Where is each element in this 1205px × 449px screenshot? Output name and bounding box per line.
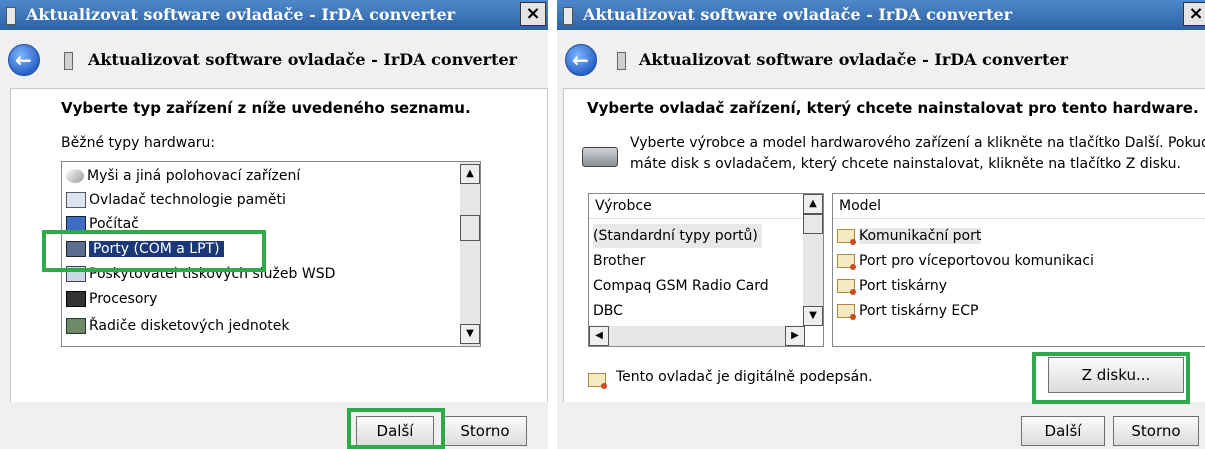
list-item[interactable]: Řadiče disketových jednotek (66, 314, 290, 338)
close-button[interactable]: × (520, 2, 546, 26)
certificate-icon (837, 304, 856, 320)
model-list[interactable]: Model Komunikační port Port pro víceport… (832, 193, 1205, 347)
model-column-header[interactable]: Model (833, 194, 1205, 219)
list-item[interactable]: Compaq GSM Radio Card (593, 274, 769, 298)
button-bar: Další Storno (0, 402, 548, 449)
manufacturer-column-header[interactable]: Výrobce (589, 194, 803, 219)
scroll-down-arrow-icon[interactable]: ▼ (460, 324, 480, 344)
list-item[interactable]: Porty (COM a LPT) (66, 237, 224, 261)
description-area (29, 359, 509, 389)
scroll-up-arrow-icon[interactable]: ▲ (460, 164, 480, 184)
scroll-down-arrow-icon[interactable]: ▼ (803, 306, 823, 326)
certificate-icon (837, 254, 856, 270)
list-item[interactable]: Ovladač technologie paměti (66, 188, 286, 212)
close-button[interactable]: × (1183, 2, 1205, 26)
hardware-types-label: Běžné typy hardwaru: (61, 135, 216, 151)
page-heading: Vyberte typ zařízení z níže uvedeného se… (61, 99, 471, 117)
computer-icon (66, 216, 86, 232)
list-item[interactable]: (Standardní typy portů) (593, 224, 762, 248)
processor-icon (66, 291, 86, 307)
page-heading: Vyberte ovladač zařízení, který chcete n… (587, 99, 1199, 117)
cancel-button[interactable]: Storno (443, 416, 527, 446)
signed-driver-text: Tento ovladač je digitálně podepsán. (616, 369, 873, 385)
memory-icon (66, 192, 86, 208)
certificate-icon (837, 229, 856, 245)
list-item[interactable]: Poskytovatel tiskových služeb WSD (66, 262, 335, 286)
device-type-dialog: Aktualizovat software ovladače - IrDA co… (0, 0, 548, 449)
scroll-up-arrow-icon[interactable]: ▲ (803, 194, 823, 214)
have-disk-button[interactable]: Z disku... (1048, 357, 1184, 393)
list-item[interactable]: Brother (593, 249, 645, 273)
content-panel: Vyberte typ zařízení z níže uvedeného se… (10, 88, 548, 404)
instruction-line-1: Vyberte výrobce a model hardwarového zař… (630, 135, 1205, 151)
scroll-thumb[interactable] (460, 215, 480, 241)
scroll-left-arrow-icon[interactable]: ◀ (589, 326, 609, 346)
hardware-card-icon (582, 147, 618, 167)
manufacturer-hscrollbar[interactable]: ◀ ▶ (589, 326, 805, 346)
cancel-button[interactable]: Storno (1113, 416, 1199, 446)
wizard-header: ← Aktualizovat software ovladače - IrDA … (557, 30, 1205, 88)
manufacturer-vscrollbar[interactable]: ▲ ▼ (803, 194, 823, 326)
button-bar: Další Storno (557, 402, 1205, 449)
driver-select-dialog: Aktualizovat software ovladače - IrDA co… (557, 0, 1205, 449)
device-icon (6, 7, 16, 25)
next-button[interactable]: Další (1021, 416, 1105, 446)
device-icon (617, 52, 626, 70)
scroll-right-arrow-icon[interactable]: ▶ (785, 326, 805, 346)
wizard-title: Aktualizovat software ovladače - IrDA co… (639, 50, 1069, 69)
list-item[interactable]: Port tiskárny ECP (837, 299, 979, 323)
floppy-controller-icon (66, 318, 86, 334)
content-panel: Vyberte ovladač zařízení, který chcete n… (563, 88, 1205, 404)
signed-driver-icon (588, 373, 607, 389)
list-scrollbar[interactable]: ▲ ▼ (460, 162, 480, 346)
hardware-type-list[interactable]: Myši a jiná polohovací zařízení Ovladač … (61, 161, 481, 347)
scroll-thumb[interactable] (803, 214, 823, 234)
title-bar: Aktualizovat software ovladače - IrDA co… (557, 0, 1205, 30)
list-item[interactable]: Procesory (66, 287, 157, 311)
list-item[interactable]: Komunikační port (837, 224, 982, 248)
back-arrow-icon: ← (15, 48, 32, 72)
window-title: Aktualizovat software ovladače - IrDA co… (583, 5, 1013, 24)
mouse-icon (66, 169, 84, 183)
next-button[interactable]: Další (356, 416, 434, 446)
back-button[interactable]: ← (8, 44, 40, 76)
back-arrow-icon: ← (572, 48, 589, 72)
list-item[interactable]: DBC (593, 299, 623, 323)
printer-icon (66, 266, 86, 282)
port-icon (66, 241, 86, 257)
list-item[interactable]: Port tiskárny (837, 274, 947, 298)
back-button[interactable]: ← (565, 44, 597, 76)
wizard-header: ← Aktualizovat software ovladače - IrDA … (0, 30, 548, 88)
list-item[interactable]: Počítač (66, 212, 139, 236)
title-bar: Aktualizovat software ovladače - IrDA co… (0, 0, 548, 30)
list-item[interactable]: Myši a jiná polohovací zařízení (66, 164, 300, 188)
wizard-title: Aktualizovat software ovladače - IrDA co… (88, 50, 518, 69)
list-item[interactable]: Port pro víceportovou komunikaci (837, 249, 1094, 273)
certificate-icon (837, 279, 856, 295)
window-title: Aktualizovat software ovladače - IrDA co… (26, 5, 456, 24)
device-icon (64, 52, 73, 70)
instruction-line-2: máte disk s ovladačem, který chcete nain… (630, 156, 1181, 172)
manufacturer-list[interactable]: Výrobce (Standardní typy portů) Brother … (588, 193, 824, 347)
device-icon (563, 7, 573, 25)
